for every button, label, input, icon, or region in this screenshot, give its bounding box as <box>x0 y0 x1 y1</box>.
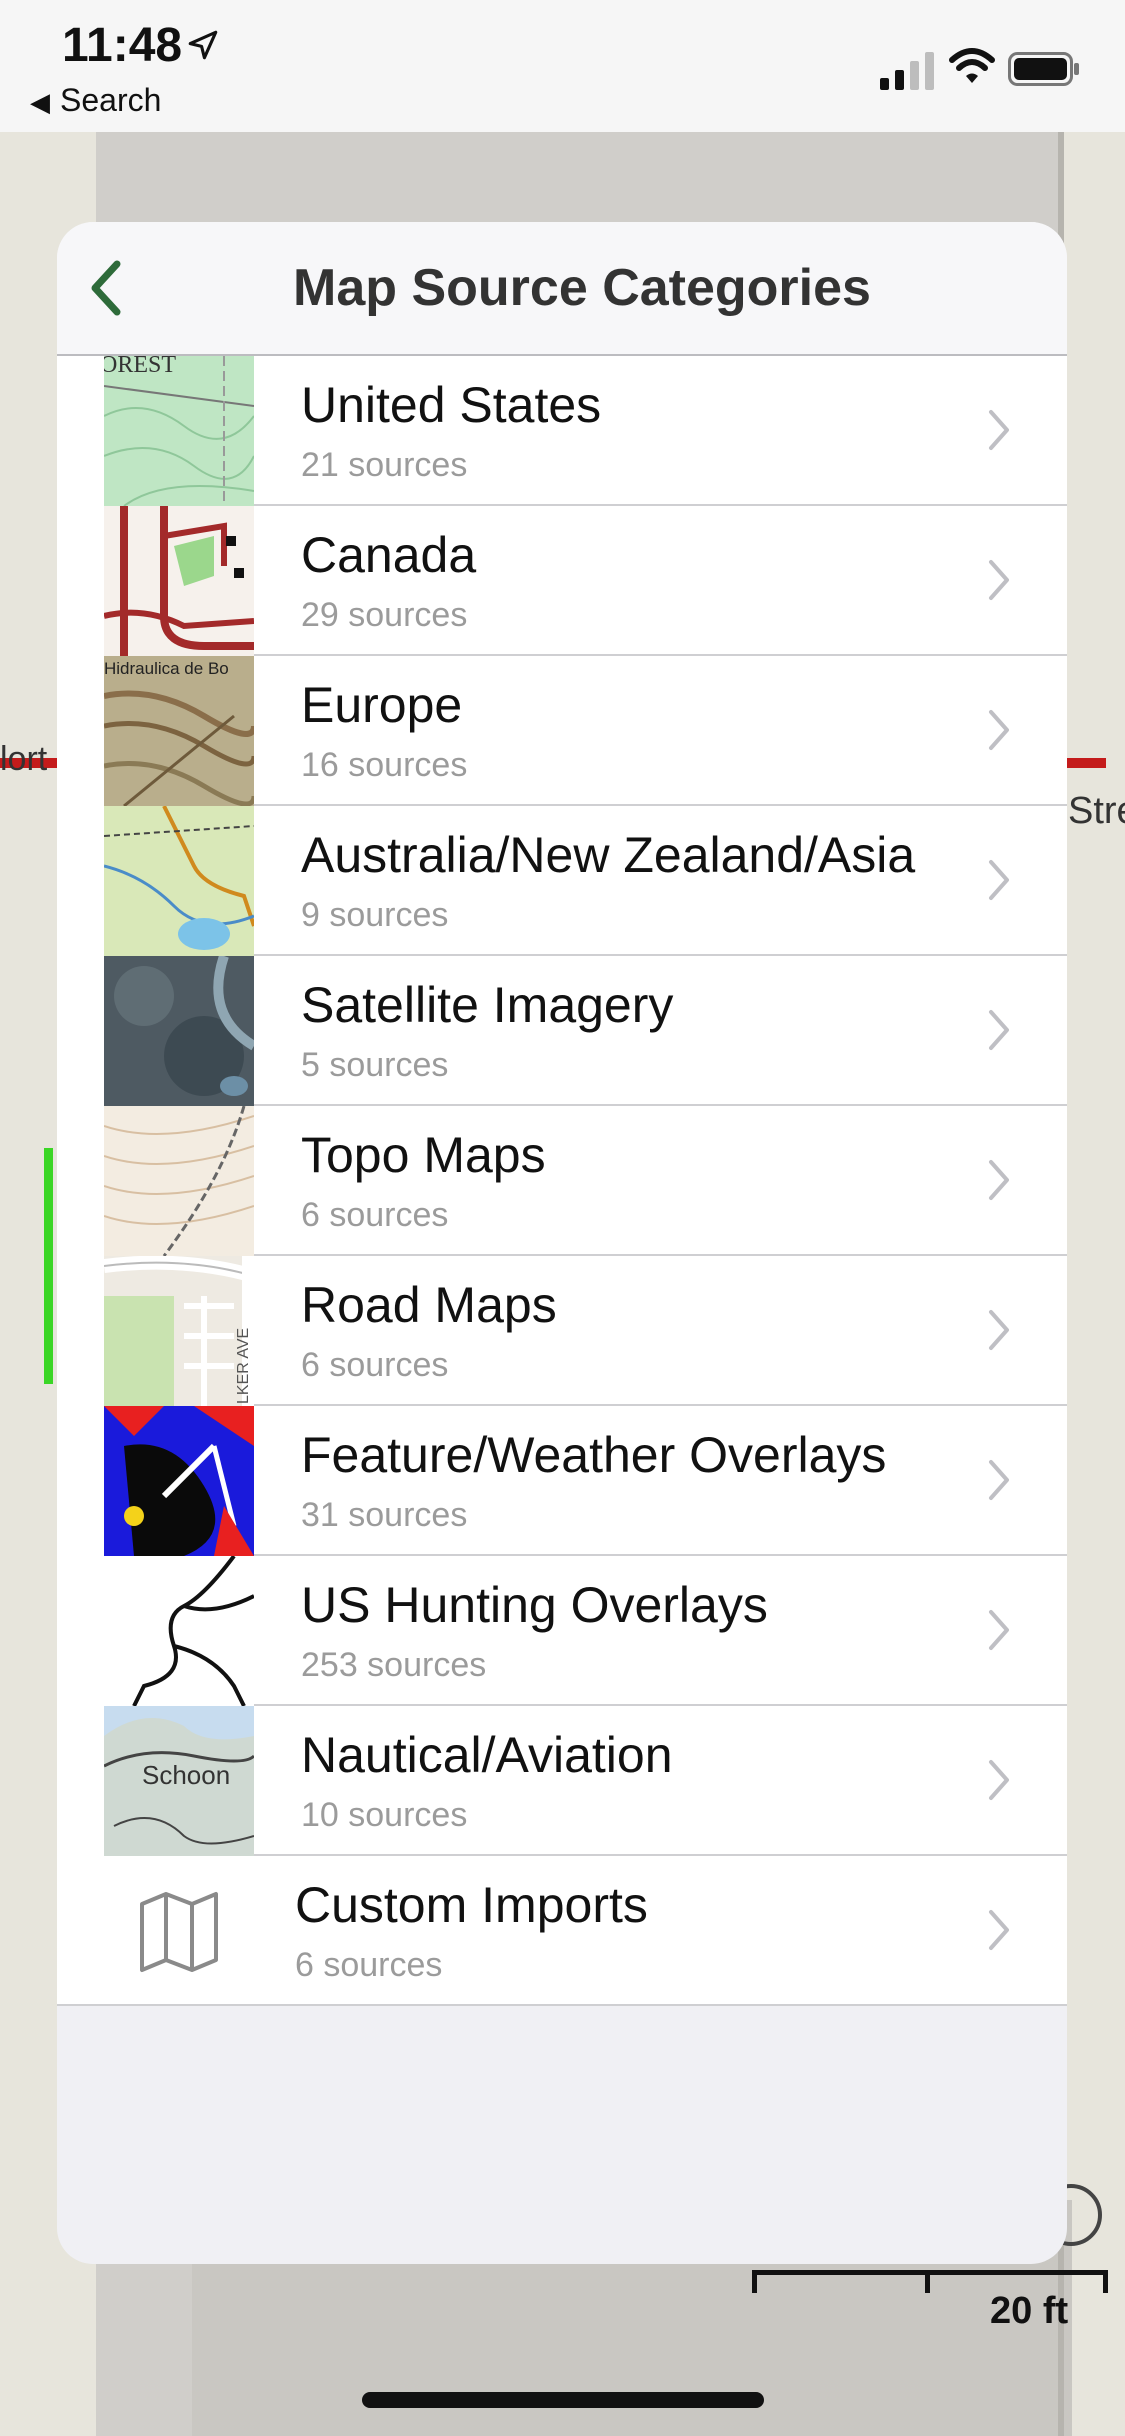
category-satellite-imagery[interactable]: Satellite Imagery 5 sources <box>57 956 1067 1106</box>
category-australia-nz-asia[interactable]: Australia/New Zealand/Asia 9 sources <box>57 806 1067 956</box>
wifi-icon <box>949 48 995 83</box>
chevron-right-icon <box>989 1460 1009 1500</box>
category-count: 9 sources <box>301 896 449 934</box>
category-label: United States <box>301 377 602 433</box>
category-label: Nautical/Aviation <box>301 1727 673 1783</box>
back-to-app-label: Search <box>60 82 162 118</box>
category-count: 10 sources <box>301 1796 468 1834</box>
category-label: Europe <box>301 677 463 733</box>
australia-thumbnail <box>104 806 254 956</box>
category-count: 5 sources <box>301 1046 449 1084</box>
category-count: 253 sources <box>301 1646 487 1684</box>
cellular-signal-icon <box>880 52 934 90</box>
map-scale-label: 20 ft <box>990 2290 1069 2332</box>
chevron-right-icon <box>989 860 1009 900</box>
europe-thumbnail: Hidraulica de Bo <box>104 656 254 806</box>
canada-thumbnail <box>104 506 254 656</box>
svg-text:OREST: OREST <box>104 356 176 378</box>
category-count: 6 sources <box>295 1946 443 1984</box>
chevron-right-icon <box>989 560 1009 600</box>
category-custom-imports[interactable]: Custom Imports 6 sources <box>57 1856 1067 2006</box>
sheet-header: Map Source Categories <box>57 222 1067 356</box>
chevron-right-icon <box>989 1760 1009 1800</box>
category-label: Feature/Weather Overlays <box>301 1427 887 1483</box>
category-count: 29 sources <box>301 596 468 634</box>
chevron-right-icon <box>989 1910 1009 1950</box>
weather-thumbnail <box>104 1406 254 1556</box>
back-to-app-link[interactable]: ◀ Search <box>30 82 161 119</box>
road-thumbnail: LKER AVE <box>104 1256 254 1406</box>
map-red-line-right <box>1066 758 1106 768</box>
map-source-sheet: Map Source Categories OREST United State… <box>57 222 1067 2264</box>
chevron-right-icon <box>989 710 1009 750</box>
category-label: Custom Imports <box>295 1877 648 1933</box>
united-states-thumbnail: OREST <box>104 356 254 506</box>
category-road-maps[interactable]: LKER AVE Road Maps 6 sources <box>57 1256 1067 1406</box>
category-canada[interactable]: Canada 29 sources <box>57 506 1067 656</box>
satellite-thumbnail <box>104 956 254 1106</box>
category-label: Topo Maps <box>301 1127 546 1183</box>
svg-text:LKER AVE: LKER AVE <box>235 1328 252 1404</box>
chevron-right-icon <box>989 1610 1009 1650</box>
category-us-hunting-overlays[interactable]: US Hunting Overlays 253 sources <box>57 1556 1067 1706</box>
chevron-right-icon <box>989 1310 1009 1350</box>
category-label: Canada <box>301 527 477 583</box>
category-count: 6 sources <box>301 1346 449 1384</box>
category-count: 16 sources <box>301 746 468 784</box>
battery-icon <box>1008 52 1079 86</box>
category-count: 6 sources <box>301 1196 449 1234</box>
category-europe[interactable]: Hidraulica de Bo Europe 16 sources <box>57 656 1067 806</box>
page-title: Map Source Categories <box>293 259 871 317</box>
map-green-track <box>44 1148 53 1384</box>
status-bar: 11:48 ◀ Search <box>0 0 1125 132</box>
category-feature-weather-overlays[interactable]: Feature/Weather Overlays 31 sources <box>57 1406 1067 1556</box>
category-nautical-aviation[interactable]: Schoon Nautical/Aviation 10 sources <box>57 1706 1067 1856</box>
map-street-label-right: Stre <box>1068 790 1125 832</box>
category-topo-maps[interactable]: Topo Maps 6 sources <box>57 1106 1067 1256</box>
status-time: 11:48 <box>62 19 183 72</box>
category-label: Australia/New Zealand/Asia <box>301 827 916 883</box>
category-label: US Hunting Overlays <box>301 1577 768 1633</box>
svg-text:Hidraulica de Bo: Hidraulica de Bo <box>104 659 229 678</box>
back-triangle-icon: ◀ <box>30 87 50 117</box>
nautical-thumbnail: Schoon <box>104 1706 254 1856</box>
home-indicator[interactable] <box>362 2392 764 2408</box>
svg-text:Schoon: Schoon <box>142 1760 230 1790</box>
map-street-label-left: lort <box>0 740 48 778</box>
category-count: 21 sources <box>301 446 468 484</box>
hunting-thumbnail <box>104 1556 254 1706</box>
category-list: OREST United States 21 sources Canada 29… <box>57 356 1067 2006</box>
location-arrow-icon <box>188 30 218 60</box>
category-label: Road Maps <box>301 1277 557 1333</box>
category-count: 31 sources <box>301 1496 468 1534</box>
category-united-states[interactable]: OREST United States 21 sources <box>57 356 1067 506</box>
chevron-right-icon <box>989 1160 1009 1200</box>
category-label: Satellite Imagery <box>301 977 674 1033</box>
folded-map-icon <box>104 1856 254 2006</box>
chevron-right-icon <box>989 410 1009 450</box>
chevron-right-icon <box>989 1010 1009 1050</box>
topo-thumbnail <box>104 1106 254 1256</box>
